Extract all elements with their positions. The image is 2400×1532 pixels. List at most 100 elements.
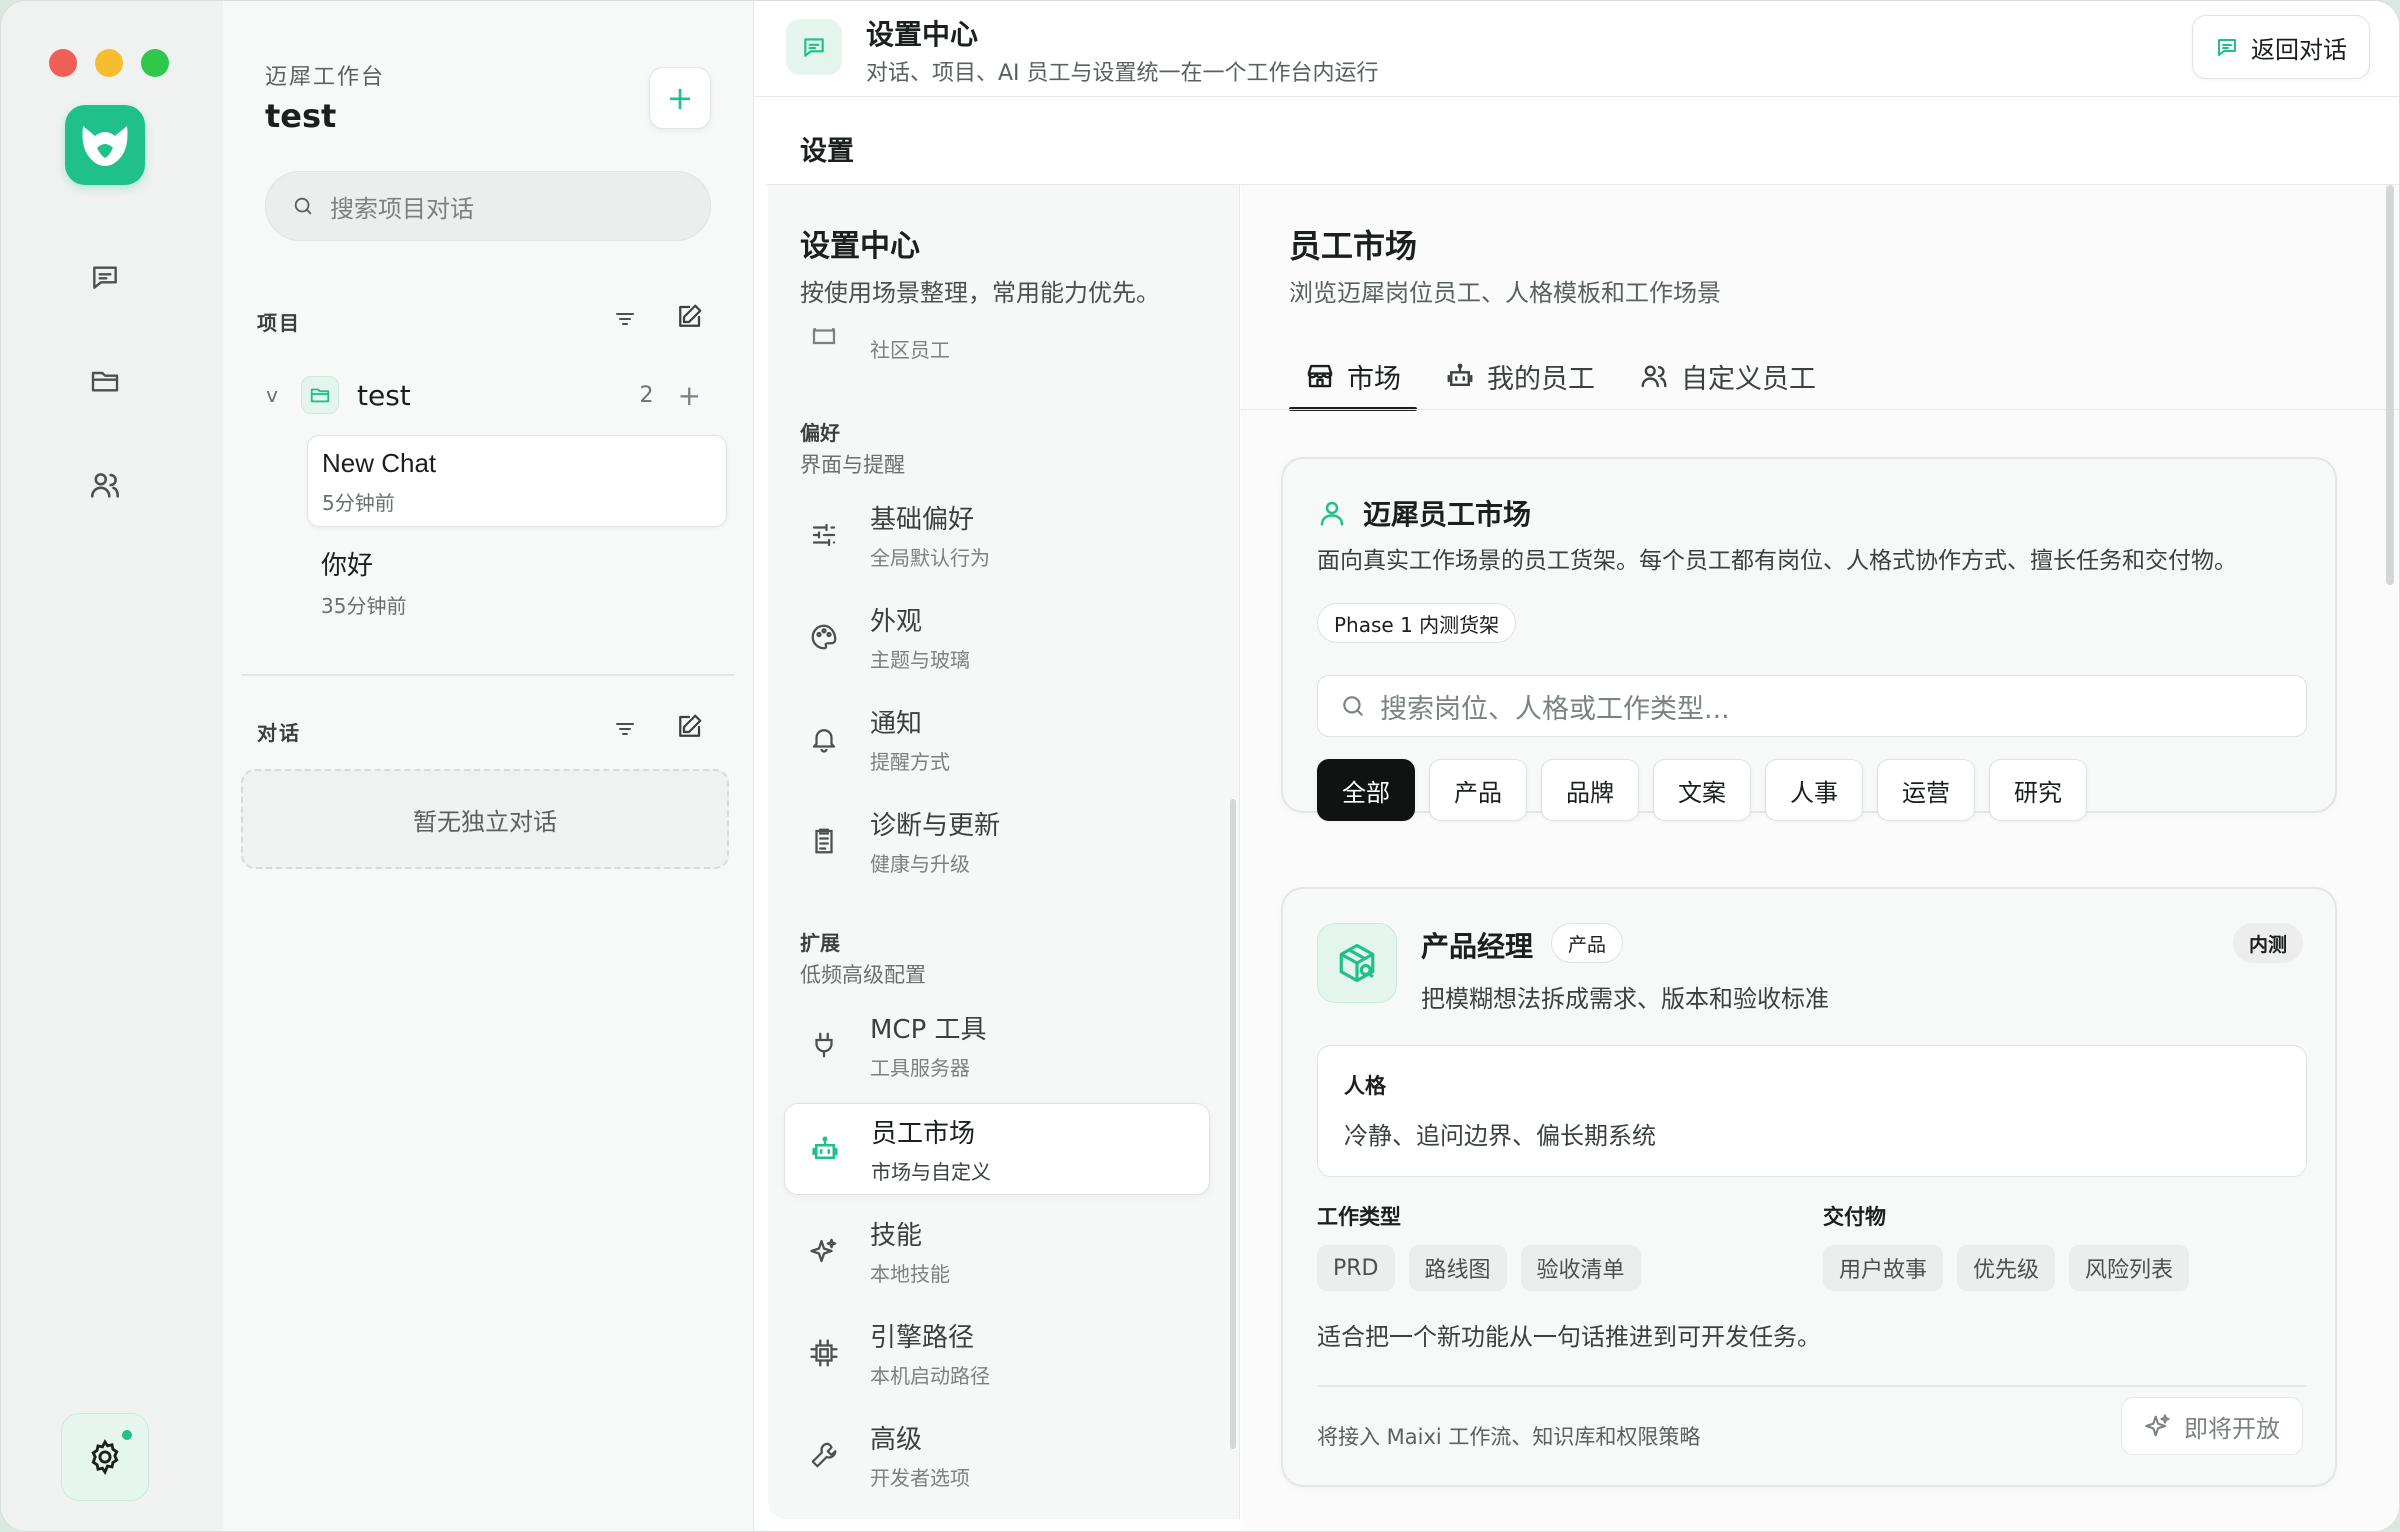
clipboard-icon	[804, 821, 844, 861]
chat-title: 你好	[321, 550, 374, 580]
page-title: 设置中心	[866, 18, 979, 51]
filter-chip-operations[interactable]: 运营	[1877, 759, 1975, 821]
settings-nav-item-sub: 社区员工	[870, 337, 950, 362]
settings-nav-item-notifications[interactable]: 通知 提醒方式	[784, 693, 1210, 785]
chat-time: 35分钟前	[321, 594, 407, 618]
persona-label: 人格	[1344, 1074, 1386, 1098]
content-title: 员工市场	[1289, 227, 1418, 265]
projects-sort-button[interactable]	[605, 299, 645, 339]
tab-label: 我的员工	[1487, 363, 1595, 395]
settings-nav-item-appearance[interactable]: 外观 主题与玻璃	[784, 591, 1210, 683]
back-to-chat-button[interactable]: 返回对话	[2192, 15, 2370, 79]
market-search-input[interactable]: 搜索岗位、人格或工作类型...	[1317, 675, 2307, 737]
settings-nav-item-sub: 本机启动路径	[870, 1364, 990, 1388]
chevron-down-icon[interactable]: v	[257, 383, 287, 407]
settings-nav-item-sub: 主题与玻璃	[870, 648, 970, 672]
filter-chip-hr[interactable]: 人事	[1765, 759, 1863, 821]
settings-nav-item-skills[interactable]: 技能 本地技能	[784, 1205, 1210, 1297]
project-chat-count: 2	[639, 382, 654, 408]
work-types-label: 工作类型	[1317, 1205, 1401, 1229]
chat-icon	[93, 266, 117, 289]
project-search-input[interactable]: 搜索项目对话	[265, 171, 711, 241]
filter-chip-brand[interactable]: 品牌	[1541, 759, 1639, 821]
chip-icon	[804, 1333, 844, 1373]
settings-group-sub: 界面与提醒	[800, 453, 905, 477]
sort-icon	[616, 313, 634, 325]
wrench-icon	[804, 1435, 844, 1475]
window-zoom-button[interactable]	[141, 49, 169, 77]
chat-item[interactable]: New Chat 5分钟前	[307, 435, 727, 527]
employee-note: 适合把一个新功能从一句话推进到可开发任务。	[1317, 1323, 1821, 1351]
work-type-pill: 路线图	[1408, 1245, 1507, 1291]
project-add-chat-button[interactable]: +	[678, 379, 701, 412]
search-icon	[294, 197, 312, 215]
rail-settings-button[interactable]	[61, 1413, 149, 1501]
search-icon	[1343, 696, 1363, 716]
settings-nav-item-employee-market[interactable]: 员工市场 市场与自定义	[784, 1103, 1210, 1195]
employee-card[interactable]: 产品经理 产品 内测 把模糊想法拆成需求、版本和验收标准 人格 冷静、追问边界、…	[1281, 887, 2337, 1487]
settings-nav-item-engine-path[interactable]: 引擎路径 本机启动路径	[784, 1307, 1210, 1399]
rail-chats-button[interactable]	[77, 249, 133, 305]
settings-nav-subtitle: 按使用场景整理，常用能力优先。	[800, 279, 1160, 307]
settings-nav-item-community[interactable]: 社区员工	[784, 313, 1210, 363]
settings-nav-scrollbar[interactable]	[1230, 799, 1236, 1449]
sidebar-divider	[241, 674, 735, 676]
new-chat-button[interactable]: +	[649, 67, 711, 129]
market-card-header: 迈犀员工市场	[1317, 493, 1531, 533]
folder-icon	[91, 371, 119, 392]
filter-chip-product[interactable]: 产品	[1429, 759, 1527, 821]
sparkle-icon	[2145, 1414, 2170, 1437]
filter-chip-all[interactable]: 全部	[1317, 759, 1415, 821]
settings-nav-item-sub: 工具服务器	[870, 1056, 970, 1080]
chats-new-button[interactable]	[669, 707, 709, 747]
window-close-button[interactable]	[49, 49, 77, 77]
back-to-chat-label: 返回对话	[2251, 35, 2347, 64]
notification-dot	[120, 1428, 134, 1442]
project-folder-badge	[301, 376, 339, 414]
rhino-logo-icon	[82, 126, 128, 166]
top-bar-icon	[786, 19, 842, 75]
rail-projects-button[interactable]	[77, 353, 133, 409]
store-icon	[804, 328, 844, 348]
employee-category-tag: 产品	[1551, 923, 1624, 963]
coming-soon-button[interactable]: 即将开放	[2121, 1397, 2303, 1455]
settings-nav-item-sub: 全局默认行为	[870, 546, 990, 570]
settings-nav-item-sub: 健康与升级	[870, 852, 970, 876]
settings-nav-item-advanced[interactable]: 高级 开发者选项	[784, 1409, 1210, 1501]
rail-employees-button[interactable]	[77, 457, 133, 513]
persona-box: 人格 冷静、追问边界、偏长期系统	[1317, 1045, 2307, 1177]
icon-rail	[1, 1, 223, 1531]
settings-nav-item-title: 高级	[870, 1425, 923, 1455]
chats-section-label: 对话	[257, 721, 301, 745]
tab-market[interactable]: 市场	[1289, 345, 1417, 411]
work-type-pill: PRD	[1317, 1245, 1395, 1291]
window-minimize-button[interactable]	[95, 49, 123, 77]
chats-sort-button[interactable]	[605, 709, 645, 749]
projects-new-button[interactable]	[669, 297, 709, 337]
tab-my-employees[interactable]: 我的员工	[1429, 345, 1611, 407]
settings-nav-item-sub: 开发者选项	[870, 1466, 970, 1490]
settings-nav-item-mcp[interactable]: MCP 工具 工具服务器	[784, 999, 1210, 1091]
settings-nav-item-sub: 提醒方式	[870, 750, 950, 774]
employee-name: 产品经理	[1421, 930, 1534, 963]
settings-group-label: 偏好	[800, 421, 840, 445]
settings-nav-item-basic[interactable]: 基础偏好 全局默认行为	[784, 489, 1210, 581]
plus-icon: +	[666, 79, 694, 117]
app-logo[interactable]	[65, 105, 145, 185]
settings-nav-item-title: 技能	[870, 1221, 923, 1251]
filter-chip-research[interactable]: 研究	[1989, 759, 2087, 821]
content-scrollbar[interactable]	[2386, 185, 2394, 585]
empty-chats-placeholder: 暂无独立对话	[241, 769, 729, 869]
chat-time: 5分钟前	[322, 491, 395, 515]
category-filter: 全部 产品 品牌 文案 人事 运营 研究	[1317, 759, 2101, 821]
project-row-test[interactable]: v test 2 +	[257, 367, 711, 423]
settings-nav-title: 设置中心	[800, 229, 920, 264]
filter-chip-copywriting[interactable]: 文案	[1653, 759, 1751, 821]
tab-custom-employees[interactable]: 自定义员工	[1623, 345, 1832, 407]
chat-icon	[804, 38, 824, 57]
projects-section-label: 项目	[257, 311, 301, 335]
settings-nav-item-diagnostics[interactable]: 诊断与更新 健康与升级	[784, 795, 1210, 887]
project-sidebar: 迈犀工作台 test + 搜索项目对话 项目 v test 2 + New Ch…	[223, 1, 753, 1531]
edit-icon	[679, 714, 702, 737]
chat-item[interactable]: 你好 35分钟前	[307, 533, 727, 625]
